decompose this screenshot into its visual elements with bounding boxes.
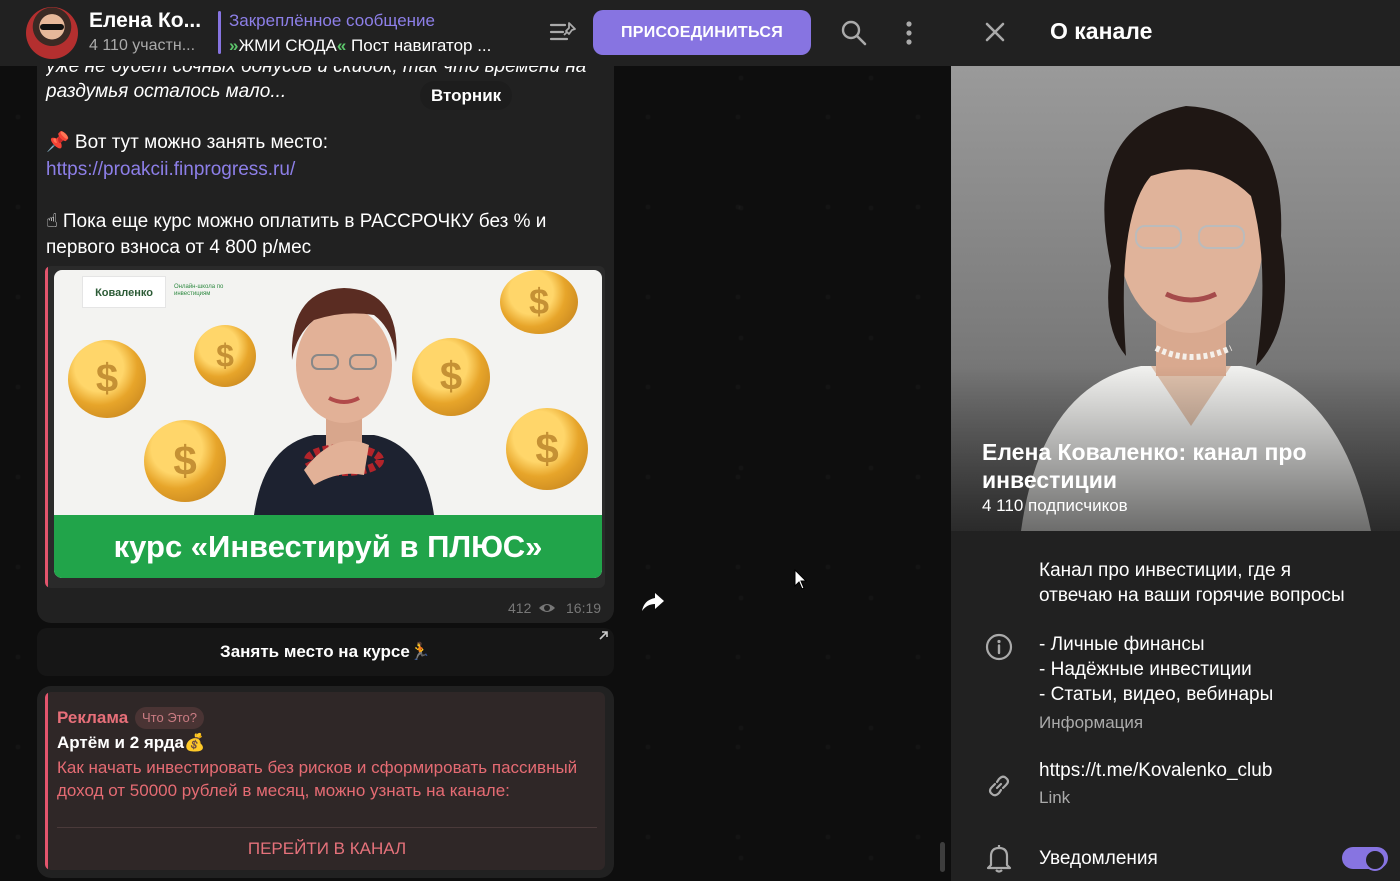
info-icon	[985, 633, 1013, 661]
pinned-indicator	[218, 11, 221, 54]
member-count: 4 110 участн...	[89, 37, 196, 54]
banner-logo: Коваленко	[82, 276, 166, 308]
view-count: 412	[508, 600, 532, 616]
woman-portrait-image	[254, 288, 434, 515]
ad-what-button[interactable]: Что Это?	[135, 707, 204, 729]
message-link[interactable]: https://proakcii.finprogress.ru/	[46, 157, 606, 183]
join-button[interactable]: ПРИСОЕДИНИТЬСЯ	[593, 10, 811, 55]
coin-image	[144, 420, 226, 502]
chat-area: уже не будет сочных бонусов и скидок, та…	[0, 0, 951, 881]
share-icon	[642, 593, 664, 611]
share-button[interactable]	[634, 583, 672, 621]
coin-image	[500, 270, 578, 334]
message-text-place: 📌 Вот тут можно занять место:	[46, 132, 329, 153]
channel-info-panel: О канале Елена Коваленко: канал про инве…	[951, 0, 1400, 881]
pinned-chevrons-right: «	[336, 36, 347, 55]
about-line-2: отвечаю на ваши горячие вопросы	[1039, 585, 1345, 606]
ad-accent-bar	[45, 692, 48, 870]
link-preview[interactable]: Коваленко Онлайн-школа по инвестициям ку…	[45, 266, 605, 588]
about-line-5: - Статьи, видео, вебинары	[1039, 684, 1274, 705]
cursor-icon	[794, 569, 808, 590]
channel-title[interactable]: Елена Ко...	[89, 9, 201, 33]
pinned-rest: Пост навигатор ...	[346, 36, 492, 55]
channel-name: Елена Коваленко: канал про инвестиции	[982, 439, 1307, 493]
preview-accent-bar	[45, 266, 48, 588]
ad-label: Реклама	[57, 708, 129, 727]
about-line-3: - Личные финансы	[1039, 634, 1205, 655]
external-link-icon	[599, 631, 608, 640]
course-banner[interactable]: Коваленко Онлайн-школа по инвестициям ку…	[54, 270, 602, 578]
panel-title: О канале	[1050, 18, 1153, 44]
pinned-list-icon[interactable]	[549, 20, 577, 44]
subscriber-count: 4 110 подписчиков	[982, 496, 1128, 515]
ad-go-to-channel-button[interactable]: ПЕРЕЙТИ В КАНАЛ	[57, 834, 597, 864]
pinned-cta: ЖМИ СЮДА	[238, 36, 337, 55]
message-text-installment: ☝ Пока еще курс можно оплатить в РАССРОЧ…	[46, 211, 547, 258]
search-icon[interactable]	[840, 19, 868, 47]
close-icon[interactable]	[983, 20, 1007, 44]
message-text-line2: раздумья осталось мало...	[46, 81, 287, 102]
about-line-4: - Надёжные инвестиции	[1039, 659, 1252, 680]
avatar[interactable]	[26, 7, 78, 59]
ad-divider	[57, 827, 597, 828]
inline-button-enroll[interactable]: Занять место на курсе🏃	[37, 628, 614, 676]
date-pill: Вторник	[420, 81, 513, 110]
link-icon	[988, 775, 1010, 797]
sponsored-body: Реклама Что Это? Артём и 2 ярда💰 Как нач…	[45, 692, 605, 870]
banner-logo-note: Онлайн-школа по инвестициям	[174, 284, 224, 297]
pinned-text[interactable]: »ЖМИ СЮДА« Пост навигатор ...	[229, 36, 491, 56]
panel-header: О канале	[951, 0, 1400, 66]
channel-photo[interactable]: Елена Коваленко: канал про инвестиции 4 …	[951, 66, 1400, 531]
chat-scrollbar[interactable]	[940, 842, 945, 872]
banner-cta-text: курс «Инвестируй в ПЛЮС»	[54, 515, 602, 578]
about-line-1: Канал про инвестиции, где я	[1039, 560, 1292, 581]
channel-link[interactable]: https://t.me/Kovalenko_club	[1039, 758, 1272, 783]
notifications-toggle[interactable]	[1342, 847, 1388, 871]
coin-image	[68, 340, 146, 418]
chat-header: Елена Ко... 4 110 участн... Закреплённое…	[0, 0, 951, 66]
message-time: 16:19	[566, 600, 602, 616]
ad-text: Как начать инвестировать без рисков и сф…	[57, 758, 578, 800]
link-caption: Link	[1039, 788, 1071, 807]
bell-icon	[986, 845, 1012, 873]
coin-image	[506, 408, 588, 490]
sponsored-message: Реклама Что Это? Артём и 2 ярда💰 Как нач…	[37, 686, 614, 878]
about-caption: Информация	[1039, 713, 1144, 732]
ad-channel-name: Артём и 2 ярда💰	[57, 733, 206, 752]
notifications-label: Уведомления	[1039, 848, 1158, 869]
eye-icon	[539, 604, 555, 612]
pinned-title[interactable]: Закреплённое сообщение	[229, 11, 435, 31]
more-icon[interactable]	[897, 19, 921, 47]
